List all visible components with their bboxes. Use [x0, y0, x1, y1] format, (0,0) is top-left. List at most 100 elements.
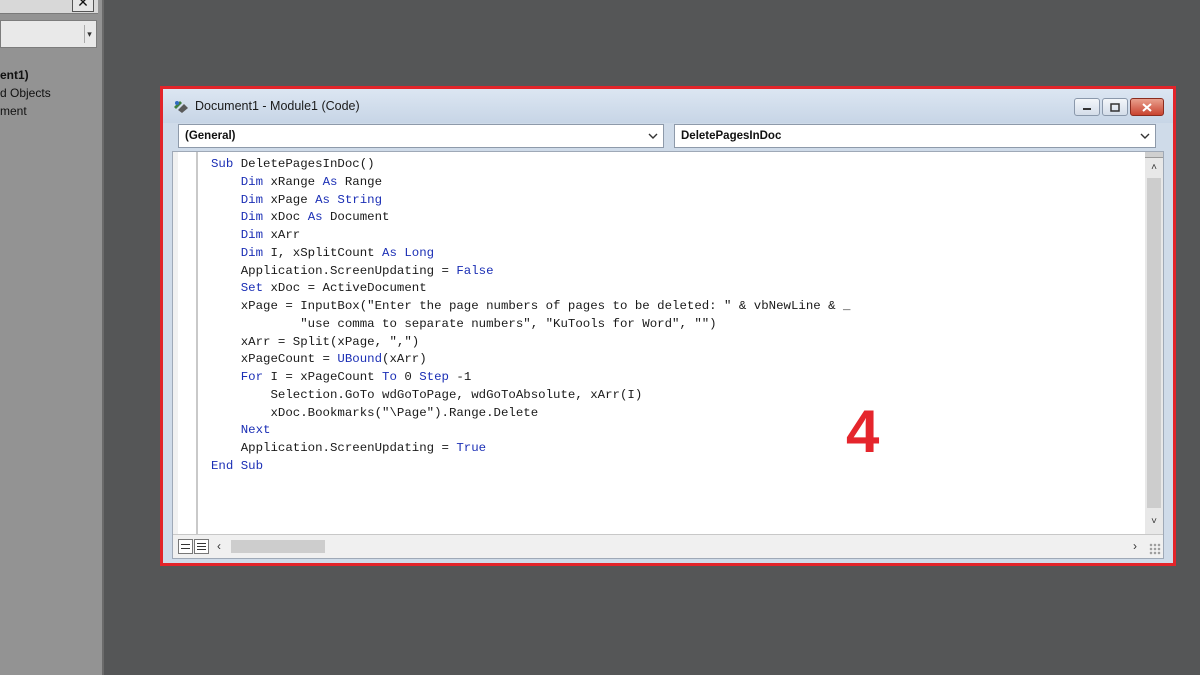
- code-keyword: End Sub: [211, 458, 264, 473]
- code-line[interactable]: Sub DeletePagesInDoc(): [211, 156, 850, 174]
- project-explorer-toolbar[interactable]: ▾: [0, 20, 97, 48]
- full-module-view-button[interactable]: [194, 539, 209, 554]
- code-token: Application.ScreenUpdating =: [211, 263, 457, 278]
- code-token: Document: [322, 210, 390, 225]
- code-token: xDoc.Bookmarks("\Page").Range.Delete: [211, 405, 539, 420]
- code-token: Application.ScreenUpdating =: [211, 441, 457, 455]
- minimize-button[interactable]: [1074, 98, 1100, 116]
- code-line[interactable]: xPage = InputBox("Enter the page numbers…: [211, 298, 851, 316]
- horizontal-scroll-thumb[interactable]: [231, 540, 325, 553]
- code-line[interactable]: Dim xPage As String: [211, 192, 850, 210]
- procedure-dropdown[interactable]: DeletePagesInDoc: [674, 124, 1156, 148]
- project-tree: ent1) d Objects ment: [0, 66, 51, 120]
- project-explorer-close-button[interactable]: ✕: [72, 0, 94, 12]
- code-token: "use comma to separate numbers", "KuTool…: [211, 316, 717, 331]
- scroll-icon[interactable]: ▾: [84, 25, 94, 43]
- code-line[interactable]: Next: [211, 422, 850, 440]
- code-keyword: Step: [419, 370, 449, 384]
- code-line[interactable]: Dim xArr: [211, 227, 850, 245]
- resize-grip-icon[interactable]: [1149, 543, 1161, 555]
- code-token: (xArr): [382, 352, 427, 367]
- step-number-annotation: 4: [846, 398, 880, 465]
- vertical-scroll-thumb[interactable]: [1147, 178, 1161, 508]
- code-keyword: As String: [315, 192, 383, 207]
- tree-item-document[interactable]: ent1): [0, 66, 51, 84]
- code-token: xDoc = ActiveDocument: [263, 281, 427, 296]
- code-keyword: Dim: [240, 245, 264, 260]
- code-line[interactable]: Application.ScreenUpdating = False: [211, 263, 850, 281]
- code-line[interactable]: Selection.GoTo wdGoToPage, wdGoToAbsolut…: [211, 387, 850, 405]
- code-token: xArr: [263, 228, 301, 242]
- code-line[interactable]: xDoc.Bookmarks("\Page").Range.Delete: [211, 405, 850, 423]
- code-token: 0: [396, 370, 420, 384]
- close-icon: [1142, 102, 1152, 112]
- code-editor[interactable]: Sub DeletePagesInDoc() Dim xRange As Ran…: [172, 151, 1164, 559]
- scroll-left-icon[interactable]: ‹: [213, 539, 225, 553]
- code-token: Range: [337, 174, 383, 189]
- tree-item-document-node[interactable]: ment: [0, 102, 51, 120]
- minimize-icon: [1083, 108, 1091, 110]
- code-line[interactable]: Dim xDoc As Document: [211, 209, 850, 227]
- code-line[interactable]: xArr = Split(xPage, ","): [211, 334, 850, 352]
- code-token: Selection.GoTo wdGoToPage, wdGoToAbsolut…: [211, 387, 643, 402]
- code-keyword: Sub: [211, 157, 234, 171]
- code-line[interactable]: Set xDoc = ActiveDocument: [211, 280, 850, 298]
- object-dropdown-value: (General): [185, 130, 236, 142]
- procedure-view-button[interactable]: [178, 539, 193, 554]
- code-token: xPage: [263, 192, 316, 207]
- scroll-up-icon[interactable]: ˄: [1148, 162, 1160, 174]
- code-line[interactable]: For I = xPageCount To 0 Step -1: [211, 369, 850, 387]
- scroll-down-icon[interactable]: ˅: [1148, 516, 1160, 528]
- object-dropdown[interactable]: (General): [178, 124, 664, 148]
- code-keyword: Next: [240, 423, 271, 438]
- code-window: Document1 - Module1 (Code) (General) Del…: [160, 86, 1176, 566]
- tree-item-objects[interactable]: d Objects: [0, 84, 51, 102]
- window-title: Document1 - Module1 (Code): [195, 99, 360, 113]
- code-token: xArr = Split(xPage, ","): [211, 334, 420, 349]
- split-bar[interactable]: [1145, 152, 1163, 158]
- code-line[interactable]: "use comma to separate numbers", "KuTool…: [211, 316, 850, 334]
- code-window-titlebar[interactable]: Document1 - Module1 (Code): [163, 89, 1173, 123]
- code-keyword: As: [307, 210, 323, 225]
- code-keyword: Dim: [240, 210, 264, 225]
- code-keyword: True: [456, 441, 487, 455]
- horizontal-scrollbar[interactable]: ‹ ›: [173, 534, 1163, 558]
- code-text[interactable]: Sub DeletePagesInDoc() Dim xRange As Ran…: [211, 156, 850, 476]
- project-explorer-panel: ✕ ▾ ent1) d Objects ment: [0, 0, 104, 675]
- code-line[interactable]: Application.ScreenUpdating = True: [211, 440, 850, 458]
- code-token: xDoc: [263, 210, 308, 225]
- vertical-scrollbar[interactable]: ˄ ˅: [1145, 152, 1163, 534]
- code-keyword: Dim: [240, 192, 264, 207]
- code-line[interactable]: End Sub: [211, 458, 850, 476]
- code-keyword: False: [456, 263, 494, 278]
- code-keyword: Dim: [240, 174, 264, 189]
- chevron-down-icon[interactable]: [1139, 130, 1151, 142]
- code-line[interactable]: Dim xRange As Range: [211, 174, 850, 192]
- code-token: -1: [448, 370, 472, 384]
- code-line[interactable]: xPageCount = UBound(xArr): [211, 351, 850, 369]
- procedure-dropdown-value: DeletePagesInDoc: [681, 130, 782, 142]
- maximize-button[interactable]: [1102, 98, 1128, 116]
- chevron-down-icon[interactable]: [647, 130, 659, 142]
- code-line[interactable]: Dim I, xSplitCount As Long: [211, 245, 850, 263]
- module-code-icon: [174, 101, 188, 113]
- code-keyword: Dim: [240, 228, 264, 242]
- code-token: I, xSplitCount: [263, 245, 383, 260]
- code-token: xPage = InputBox("Enter the page numbers…: [211, 299, 851, 313]
- code-keyword: As Long: [382, 245, 435, 260]
- code-keyword: As: [322, 174, 338, 189]
- close-button[interactable]: [1130, 98, 1164, 116]
- code-keyword: For: [240, 370, 264, 384]
- scroll-right-icon[interactable]: ›: [1129, 539, 1141, 553]
- code-keyword: Set: [240, 281, 264, 296]
- code-token: DeletePagesInDoc(): [233, 157, 375, 171]
- code-token: I = xPageCount: [263, 370, 383, 384]
- margin-indicator-bar[interactable]: [173, 152, 198, 534]
- code-token: xPageCount =: [211, 352, 338, 367]
